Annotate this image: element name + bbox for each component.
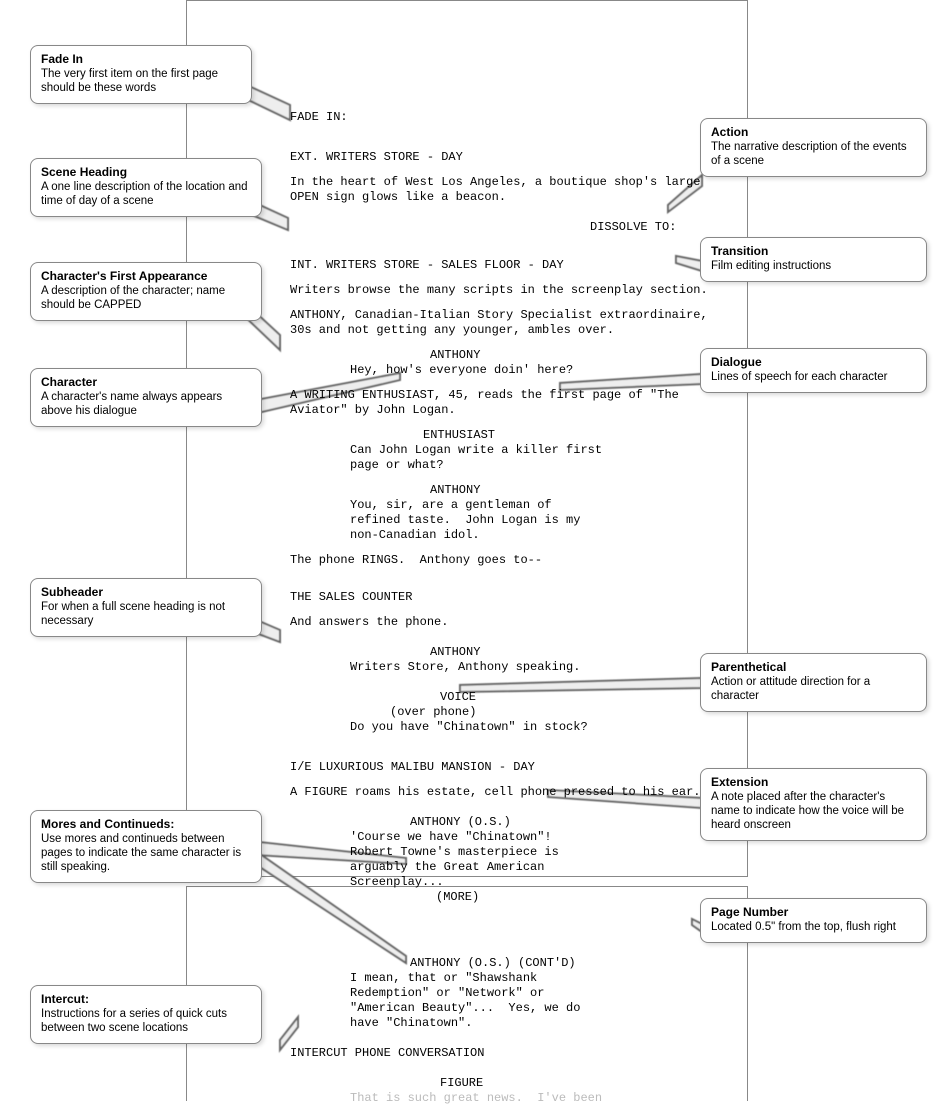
dialogue-4: Writers Store, Anthony speaking. xyxy=(350,660,580,675)
callout-desc: Action or attitude direction for a chara… xyxy=(711,676,870,702)
callout-desc: The narrative description of the events … xyxy=(711,141,907,167)
callout-title: Mores and Continueds: xyxy=(41,817,174,831)
callout-title: Intercut: xyxy=(41,992,89,1006)
more-marker: (MORE) xyxy=(436,890,479,905)
callout-desc: A description of the character; name sho… xyxy=(41,285,225,311)
fade-in-text: FADE IN: xyxy=(290,110,348,125)
char-cue-3: ANTHONY xyxy=(430,483,480,498)
action-4: A WRITING ENTHUSIAST, 45, reads the firs… xyxy=(290,388,679,418)
callout-title: Action xyxy=(711,125,748,139)
dialogue-1: Hey, how's everyone doin' here? xyxy=(350,363,573,378)
callout-title: Fade In xyxy=(41,52,83,66)
dialogue-5: Do you have "Chinatown" in stock? xyxy=(350,720,588,735)
callout-title: Character's First Appearance xyxy=(41,269,207,283)
char-cue-4: ANTHONY xyxy=(430,645,480,660)
action-2: Writers browse the many scripts in the s… xyxy=(290,283,708,298)
callout-transition: Transition Film editing instructions xyxy=(700,237,927,282)
callout-desc: The very first item on the first page sh… xyxy=(41,68,218,94)
char-cue-6: ANTHONY (O.S.) xyxy=(410,815,511,830)
callout-character: Character A character's name always appe… xyxy=(30,368,262,427)
char-cue-1: ANTHONY xyxy=(430,348,480,363)
char-cue-5: VOICE xyxy=(440,690,476,705)
callout-desc: Film editing instructions xyxy=(711,260,831,272)
callout-desc: Use mores and continueds between pages t… xyxy=(41,833,241,873)
dialogue-7: I mean, that or "Shawshank Redemption" o… xyxy=(350,971,580,1031)
callout-subheader: Subheader For when a full scene heading … xyxy=(30,578,262,637)
callout-desc: A one line description of the location a… xyxy=(41,181,248,207)
callout-title: Character xyxy=(41,375,97,389)
callout-title: Page Number xyxy=(711,905,788,919)
callout-action: Action The narrative description of the … xyxy=(700,118,927,177)
dialogue-2: Can John Logan write a killer first page… xyxy=(350,443,602,473)
callout-first-appearance: Character's First Appearance A descripti… xyxy=(30,262,262,321)
callout-title: Extension xyxy=(711,775,768,789)
action-1: In the heart of West Los Angeles, a bout… xyxy=(290,175,700,205)
action-6: And answers the phone. xyxy=(290,615,448,630)
dialogue-6: 'Course we have "Chinatown"! Robert Town… xyxy=(350,830,559,890)
action-7: A FIGURE roams his estate, cell phone pr… xyxy=(290,785,700,800)
callout-parenthetical: Parenthetical Action or attitude directi… xyxy=(700,653,927,712)
callout-desc: A character's name always appears above … xyxy=(41,391,222,417)
callout-title: Transition xyxy=(711,244,768,258)
callout-desc: For when a full scene heading is not nec… xyxy=(41,601,225,627)
subheader-2: INTERCUT PHONE CONVERSATION xyxy=(290,1046,484,1061)
callout-fade-in: Fade In The very first item on the first… xyxy=(30,45,252,104)
scene-heading-1: EXT. WRITERS STORE - DAY xyxy=(290,150,463,165)
transition-1: DISSOLVE TO: xyxy=(590,220,676,235)
callout-title: Subheader xyxy=(41,585,103,599)
callout-desc: Lines of speech for each character xyxy=(711,371,887,383)
callout-desc: Instructions for a series of quick cuts … xyxy=(41,1008,227,1034)
callout-extension: Extension A note placed after the charac… xyxy=(700,768,927,841)
dialogue-8: That is such great news. I've been xyxy=(350,1091,602,1106)
scene-heading-2: INT. WRITERS STORE - SALES FLOOR - DAY xyxy=(290,258,564,273)
char-cue-7: ANTHONY (O.S.) (CONT'D) xyxy=(410,956,576,971)
callout-title: Parenthetical xyxy=(711,660,786,674)
dialogue-3: You, sir, are a gentleman of refined tas… xyxy=(350,498,580,543)
char-cue-8: FIGURE xyxy=(440,1076,483,1091)
scene-heading-3: I/E LUXURIOUS MALIBU MANSION - DAY xyxy=(290,760,535,775)
callout-scene-heading: Scene Heading A one line description of … xyxy=(30,158,262,217)
action-3: ANTHONY, Canadian-Italian Story Speciali… xyxy=(290,308,708,338)
callout-intercut: Intercut: Instructions for a series of q… xyxy=(30,985,262,1044)
callout-dialogue: Dialogue Lines of speech for each charac… xyxy=(700,348,927,393)
callout-page-number: Page Number Located 0.5" from the top, f… xyxy=(700,898,927,943)
callout-mores-continueds: Mores and Continueds: Use mores and cont… xyxy=(30,810,262,883)
action-5: The phone RINGS. Anthony goes to-- xyxy=(290,553,542,568)
subheader-1: THE SALES COUNTER xyxy=(290,590,412,605)
callout-desc: Located 0.5" from the top, flush right xyxy=(711,921,896,933)
callout-title: Dialogue xyxy=(711,355,762,369)
callout-desc: A note placed after the character's name… xyxy=(711,791,904,831)
char-cue-2: ENTHUSIAST xyxy=(423,428,495,443)
parenthetical-1: (over phone) xyxy=(390,705,476,720)
callout-title: Scene Heading xyxy=(41,165,127,179)
